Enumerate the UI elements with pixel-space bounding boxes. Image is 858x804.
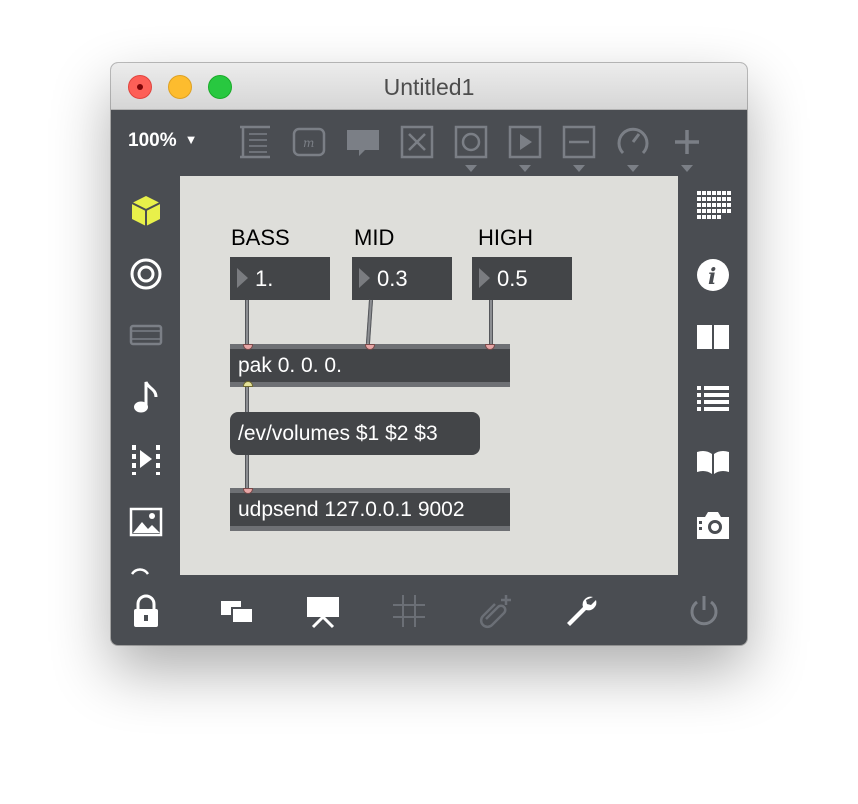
dial-dropdown-icon[interactable] xyxy=(627,165,639,172)
mid-number-box[interactable]: 0.3 xyxy=(352,257,452,300)
high-number-box[interactable]: 0.5 xyxy=(472,257,572,300)
message-box-text: /ev/volumes $1 $2 $3 xyxy=(238,422,438,445)
lock-icon[interactable] xyxy=(128,593,164,629)
book-icon[interactable] xyxy=(695,319,731,355)
zoom-menu[interactable]: 100% ▼ xyxy=(128,130,197,152)
message-icon[interactable]: m xyxy=(291,124,327,160)
music-note-icon[interactable] xyxy=(128,379,164,415)
right-sidebar: i xyxy=(678,176,747,575)
svg-text:m: m xyxy=(303,136,314,150)
top-toolbar: 100% ▼ m xyxy=(111,110,747,176)
power-icon[interactable] xyxy=(686,593,722,629)
high-value: 0.5 xyxy=(497,266,528,291)
comment-icon[interactable] xyxy=(345,124,381,160)
message-box[interactable]: /ev/volumes $1 $2 $3 xyxy=(230,412,480,455)
add-object-icon[interactable] xyxy=(669,124,705,160)
grid-icon[interactable] xyxy=(391,593,427,629)
media-step-icon[interactable] xyxy=(128,441,164,477)
pak-object-text: pak 0. 0. 0. xyxy=(238,354,342,377)
bass-number-box[interactable]: 1. xyxy=(230,257,330,300)
svg-text:i: i xyxy=(708,264,716,290)
toggle-icon[interactable] xyxy=(399,124,435,160)
bottom-toolbar xyxy=(111,575,747,645)
patch-cord[interactable] xyxy=(245,455,249,488)
window-title: Untitled1 xyxy=(383,74,475,100)
comment-presentation-icon[interactable] xyxy=(237,124,273,160)
number-box-arrow-icon xyxy=(359,268,370,288)
patcher-canvas[interactable]: BASS MID HIGH 1. 0.3 0.5 pak 0. 0. 0. /e… xyxy=(180,176,678,575)
presentation-icon[interactable] xyxy=(305,593,341,629)
patch-cord[interactable] xyxy=(245,387,249,412)
target-icon[interactable] xyxy=(128,256,164,292)
zoom-level: 100% xyxy=(128,130,177,151)
title-bar[interactable]: Untitled1 xyxy=(111,63,747,110)
bass-label: BASS xyxy=(231,225,290,250)
info-icon[interactable]: i xyxy=(695,257,731,293)
patcher-window: Untitled1 100% ▼ m BASS MID HIGH 1. 0.3 … xyxy=(111,63,747,645)
slider-icon[interactable] xyxy=(561,124,597,160)
left-sidebar xyxy=(111,176,179,575)
windows-icon[interactable] xyxy=(219,593,255,629)
play-dropdown-icon[interactable] xyxy=(519,165,531,172)
wrench-icon[interactable] xyxy=(563,593,599,629)
play-icon[interactable] xyxy=(507,124,543,160)
number-box-arrow-icon xyxy=(237,268,248,288)
patch-cord[interactable] xyxy=(489,300,493,344)
reference-book-icon[interactable] xyxy=(695,444,731,480)
pak-object[interactable]: pak 0. 0. 0. xyxy=(230,344,510,387)
button-icon[interactable] xyxy=(453,124,489,160)
mid-label: MID xyxy=(354,225,395,250)
attach-icon[interactable] xyxy=(478,593,514,629)
slider-dropdown-icon[interactable] xyxy=(573,165,585,172)
dial-icon[interactable] xyxy=(615,124,651,160)
snapshot-camera-icon[interactable] xyxy=(695,507,731,543)
zoom-caret-icon: ▼ xyxy=(184,132,198,147)
list-icon[interactable] xyxy=(695,382,731,418)
button-dropdown-icon[interactable] xyxy=(465,165,477,172)
udpsend-object-text: udpsend 127.0.0.1 9002 xyxy=(238,498,465,521)
mid-value: 0.3 xyxy=(377,266,408,291)
more-icon[interactable] xyxy=(128,564,164,575)
high-label: HIGH xyxy=(478,225,533,250)
package-cube-icon[interactable] xyxy=(128,193,164,229)
patch-cord[interactable] xyxy=(245,300,249,344)
grid-palette-icon[interactable] xyxy=(695,189,731,225)
patch-cord[interactable] xyxy=(365,299,373,345)
add-object-dropdown-icon[interactable] xyxy=(681,165,693,172)
bass-value: 1. xyxy=(255,266,274,291)
number-box-arrow-icon xyxy=(479,268,490,288)
udpsend-object[interactable]: udpsend 127.0.0.1 9002 xyxy=(230,488,510,531)
device-icon[interactable] xyxy=(128,317,164,353)
image-icon[interactable] xyxy=(128,504,164,540)
